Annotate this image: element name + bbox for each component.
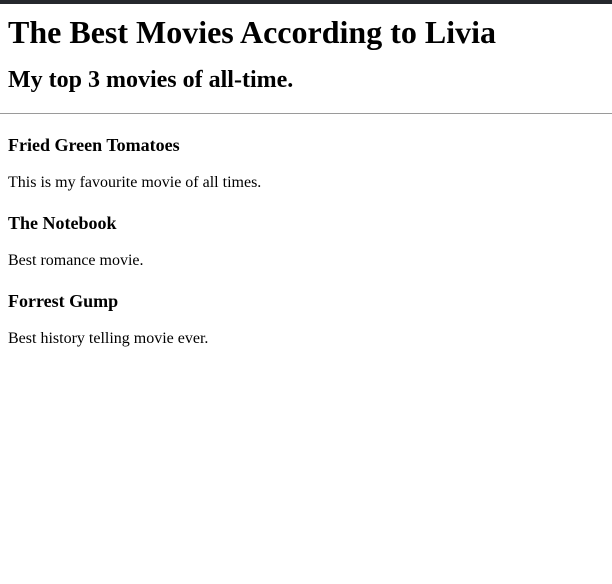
movie-item-forrest-gump: Forrest Gump Best history telling movie …: [8, 291, 612, 348]
page-title: The Best Movies According to Livia: [8, 14, 496, 50]
movie-description: Best history telling movie ever.: [8, 330, 209, 347]
page-subtitle: My top 3 movies of all-time.: [8, 67, 294, 93]
movie-item-the-notebook: The Notebook Best romance movie.: [8, 213, 612, 270]
movie-list: Fried Green Tomatoes This is my favourit…: [8, 135, 612, 348]
movie-item-fried-green-tomatoes: Fried Green Tomatoes This is my favourit…: [8, 135, 612, 192]
section-divider: [0, 113, 612, 114]
movie-description: This is my favourite movie of all times.: [8, 174, 262, 191]
movie-description: Best romance movie.: [8, 252, 144, 269]
page-content: The Best Movies According to Livia My to…: [0, 4, 612, 348]
movie-title: Fried Green Tomatoes: [8, 135, 180, 155]
movie-title: Forrest Gump: [8, 291, 119, 311]
movie-title: The Notebook: [8, 213, 117, 233]
